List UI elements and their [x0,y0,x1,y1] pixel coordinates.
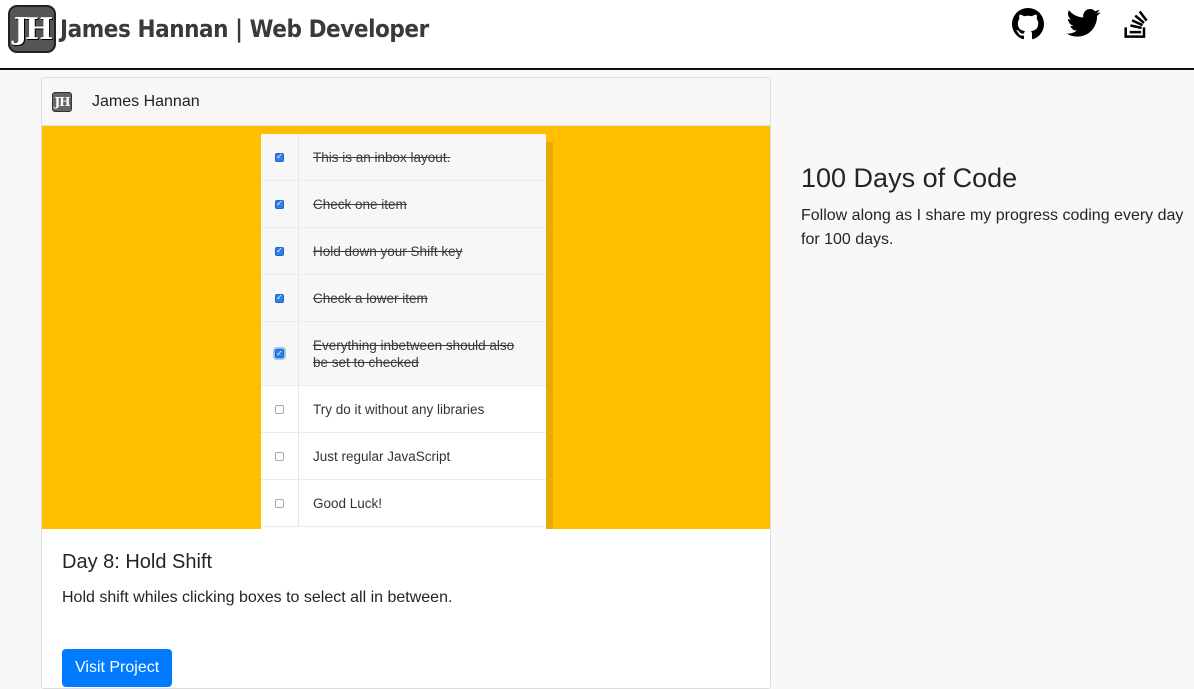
inbox-item-text: Everything inbetween should also be set … [313,337,515,370]
inbox-checkbox-cell [261,228,299,274]
social-links [1012,8,1194,40]
project-preview-image: This is an inbox layout. Check one item Ho… [42,126,770,529]
inbox-checkbox [275,152,284,162]
visit-project-button[interactable]: Visit Project [62,649,173,687]
inbox-item-text: Hold down your Shift key [313,243,463,259]
logo-letters: JH [13,11,54,47]
card-author: James Hannan [92,92,200,110]
inbox-item: Check a lower item [261,275,546,322]
inbox-checkbox-cell [261,322,299,385]
inbox-item: Just regular JavaScript [261,433,546,480]
inbox-checkbox-cell [261,433,299,479]
brand-link[interactable]: JH James Hannan | Web Developer [8,5,470,53]
inbox-item: Hold down your Shift key [261,228,546,275]
stackoverflow-icon [1124,10,1148,38]
author-avatar: JH [52,91,72,112]
inbox-checkbox-cell [261,181,299,227]
brand-title: James Hannan | Web Developer [60,15,429,43]
inbox-checkbox [275,451,284,461]
inbox-item-text: Check a lower item [313,290,428,306]
inbox-list: This is an inbox layout. Check one item Ho… [261,134,546,529]
inbox-item: Check one item [261,181,546,228]
github-icon [1012,8,1044,40]
inbox-item-text: Try do it without any libraries [313,401,485,417]
inbox-item-text: Check one item [313,196,407,212]
inbox-checkbox [275,404,284,414]
card-title: Day 8: Hold Shift [62,551,213,573]
inbox-checkbox [275,246,284,256]
card-body: Day 8: Hold Shift Hold shift whiles clic… [42,529,770,630]
inbox-item: Good Luck! [261,480,546,527]
inbox-checkbox [275,349,284,358]
inbox-checkbox-cell [261,480,299,526]
project-card: JH James Hannan This is an inbox layout.… [41,77,771,689]
github-link[interactable] [1012,8,1048,40]
side-title: 100 Days of Code [801,163,1018,193]
inbox-checkbox-cell [261,134,299,180]
card-description: Hold shift whiles clicking boxes to sele… [62,589,453,606]
inbox-item: Try do it without any libraries [261,386,546,433]
side-panel: 100 Days of Code Follow along as I share… [801,162,1191,252]
top-navbar: JH James Hannan | Web Developer [0,0,1194,70]
inbox-item-text: Just regular JavaScript [313,448,451,464]
inbox-checkbox [275,498,284,508]
site-logo: JH [8,5,56,53]
inbox-item: Everything inbetween should also be set … [261,322,546,386]
inbox-checkbox-cell [261,275,299,321]
stackoverflow-link[interactable] [1122,8,1158,38]
author-avatar-letters: JH [54,94,70,109]
side-description: Follow along as I share my progress codi… [801,207,1184,248]
twitter-link[interactable] [1066,8,1103,38]
inbox-item-text: Good Luck! [313,495,383,511]
inbox-item: This is an inbox layout. [261,134,546,181]
card-header: JH James Hannan [42,78,770,126]
inbox-item-text: This is an inbox layout. [313,149,451,165]
inbox-checkbox [275,293,284,303]
inbox-checkbox-cell [261,386,299,432]
inbox-checkbox [275,199,284,209]
twitter-icon [1066,8,1101,37]
